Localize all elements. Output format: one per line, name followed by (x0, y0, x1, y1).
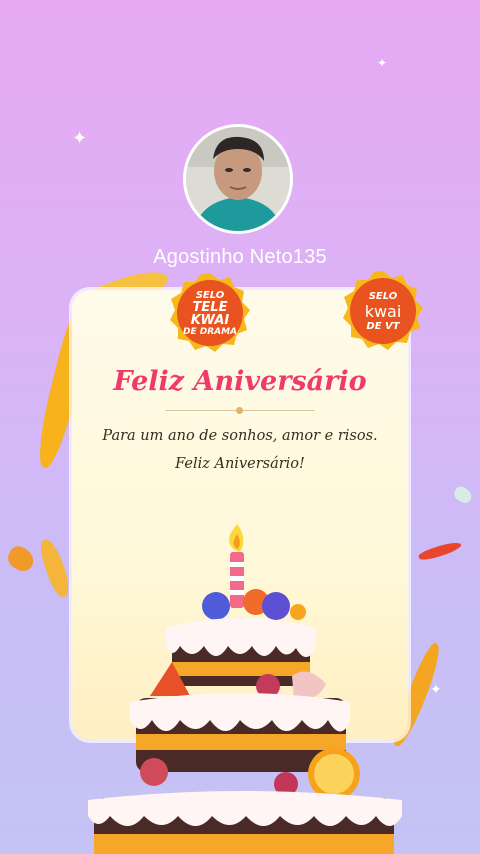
ribbon-decoration (4, 542, 38, 576)
avatar[interactable] (183, 124, 293, 234)
confetti-decoration (451, 484, 475, 506)
badge-line: DE DRAMA (182, 326, 238, 337)
birthday-cake-illustration (88, 524, 402, 854)
badge-text: SELO kwai DE VT (342, 270, 424, 352)
badge-line: SELO (195, 289, 225, 301)
card-title: Feliz Aniversário (113, 366, 367, 397)
ribbon-decoration (417, 539, 463, 563)
divider-ornament (236, 407, 243, 414)
badge-line: TELE (192, 299, 228, 315)
badge-line: KWAI (190, 312, 230, 328)
sparkle-icon: ✦ (72, 128, 88, 149)
kwai-vt-badge[interactable]: SELO kwai DE VT (342, 270, 424, 352)
sparkle-icon: ✦ (377, 56, 388, 70)
badge-line: DE VT (366, 320, 400, 332)
card-message: Feliz Aniversário! (175, 456, 305, 472)
ribbon-decoration (37, 536, 73, 600)
badge-line: SELO (368, 290, 398, 302)
tele-kwai-badge[interactable]: SELO TELE KWAI DE DRAMA (169, 272, 251, 354)
card-message: Para um ano de sonhos, amor e risos. (102, 428, 378, 444)
badge-line: kwai (364, 301, 402, 321)
badge-text: SELO TELE KWAI DE DRAMA (169, 272, 251, 354)
sparkle-icon: ✦ (430, 682, 442, 698)
username-label[interactable]: Agostinho Neto135 (0, 246, 480, 269)
